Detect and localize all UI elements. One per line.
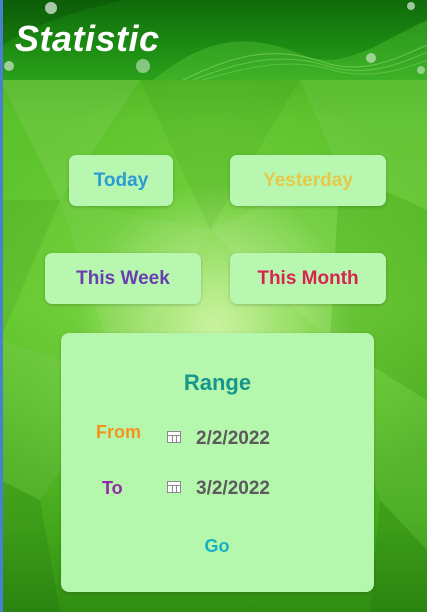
today-button[interactable]: Today: [69, 155, 173, 206]
window-edge: [0, 0, 3, 612]
today-button-label: Today: [93, 169, 149, 191]
range-title: Range: [183, 370, 252, 395]
app-header: Statistic: [3, 0, 427, 80]
this-month-button[interactable]: This Month: [230, 253, 386, 304]
page-title: Statistic: [15, 18, 160, 59]
range-card: Range From 2/2/2022 To 3/2/2022 Go: [61, 333, 374, 592]
calendar-icon[interactable]: [167, 481, 181, 493]
yesterday-button-label: Yesterday: [263, 169, 353, 191]
calendar-icon[interactable]: [167, 431, 181, 443]
to-date-field[interactable]: 3/2/2022: [196, 478, 270, 500]
from-label: From: [96, 422, 141, 442]
this-week-button[interactable]: This Week: [45, 253, 201, 304]
this-month-button-label: This Month: [257, 267, 359, 289]
go-button[interactable]: Go: [187, 531, 247, 561]
statistic-screen: Statistic Today Yesterday This Week This…: [0, 0, 427, 612]
yesterday-button[interactable]: Yesterday: [230, 155, 386, 206]
to-label: To: [102, 478, 123, 498]
this-week-button-label: This Week: [76, 267, 170, 289]
from-date-field[interactable]: 2/2/2022: [196, 428, 270, 450]
